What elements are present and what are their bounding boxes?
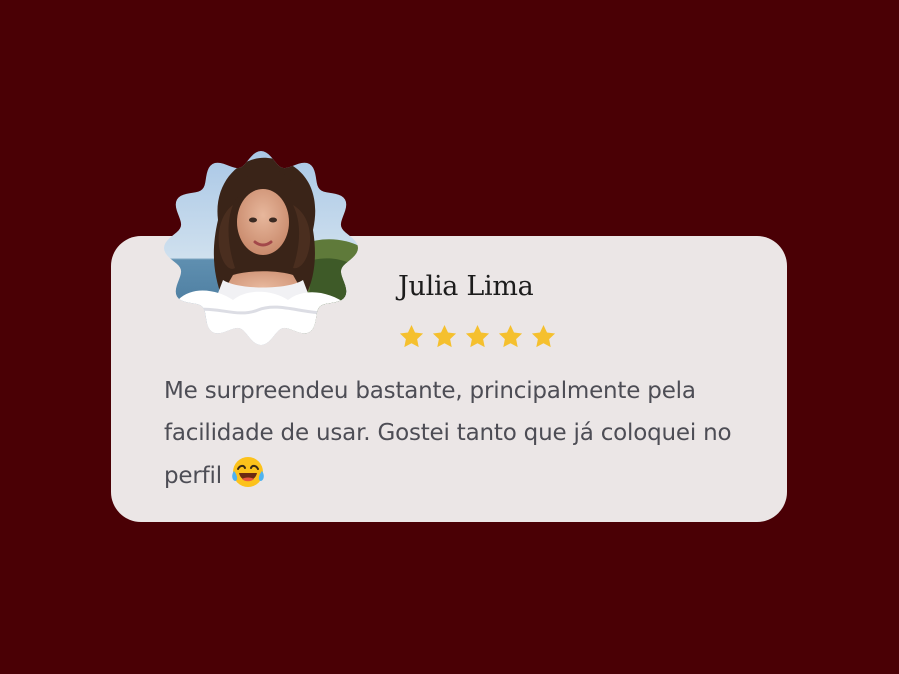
star-icon bbox=[498, 325, 523, 348]
star-icon bbox=[465, 325, 490, 348]
star-icon bbox=[399, 325, 424, 348]
star-icon bbox=[531, 325, 556, 348]
avatar bbox=[163, 150, 359, 346]
star-rating bbox=[398, 323, 557, 350]
review-text: Me surpreendeu bastante, principalmente … bbox=[164, 370, 754, 497]
laughing-emoji-icon bbox=[230, 454, 266, 490]
testimonial-page: { "testimonial": { "name": "Julia Lima",… bbox=[0, 0, 899, 674]
star-icon bbox=[432, 325, 457, 348]
reviewer-name: Julia Lima bbox=[398, 271, 534, 302]
avatar-photo-icon bbox=[164, 151, 358, 345]
